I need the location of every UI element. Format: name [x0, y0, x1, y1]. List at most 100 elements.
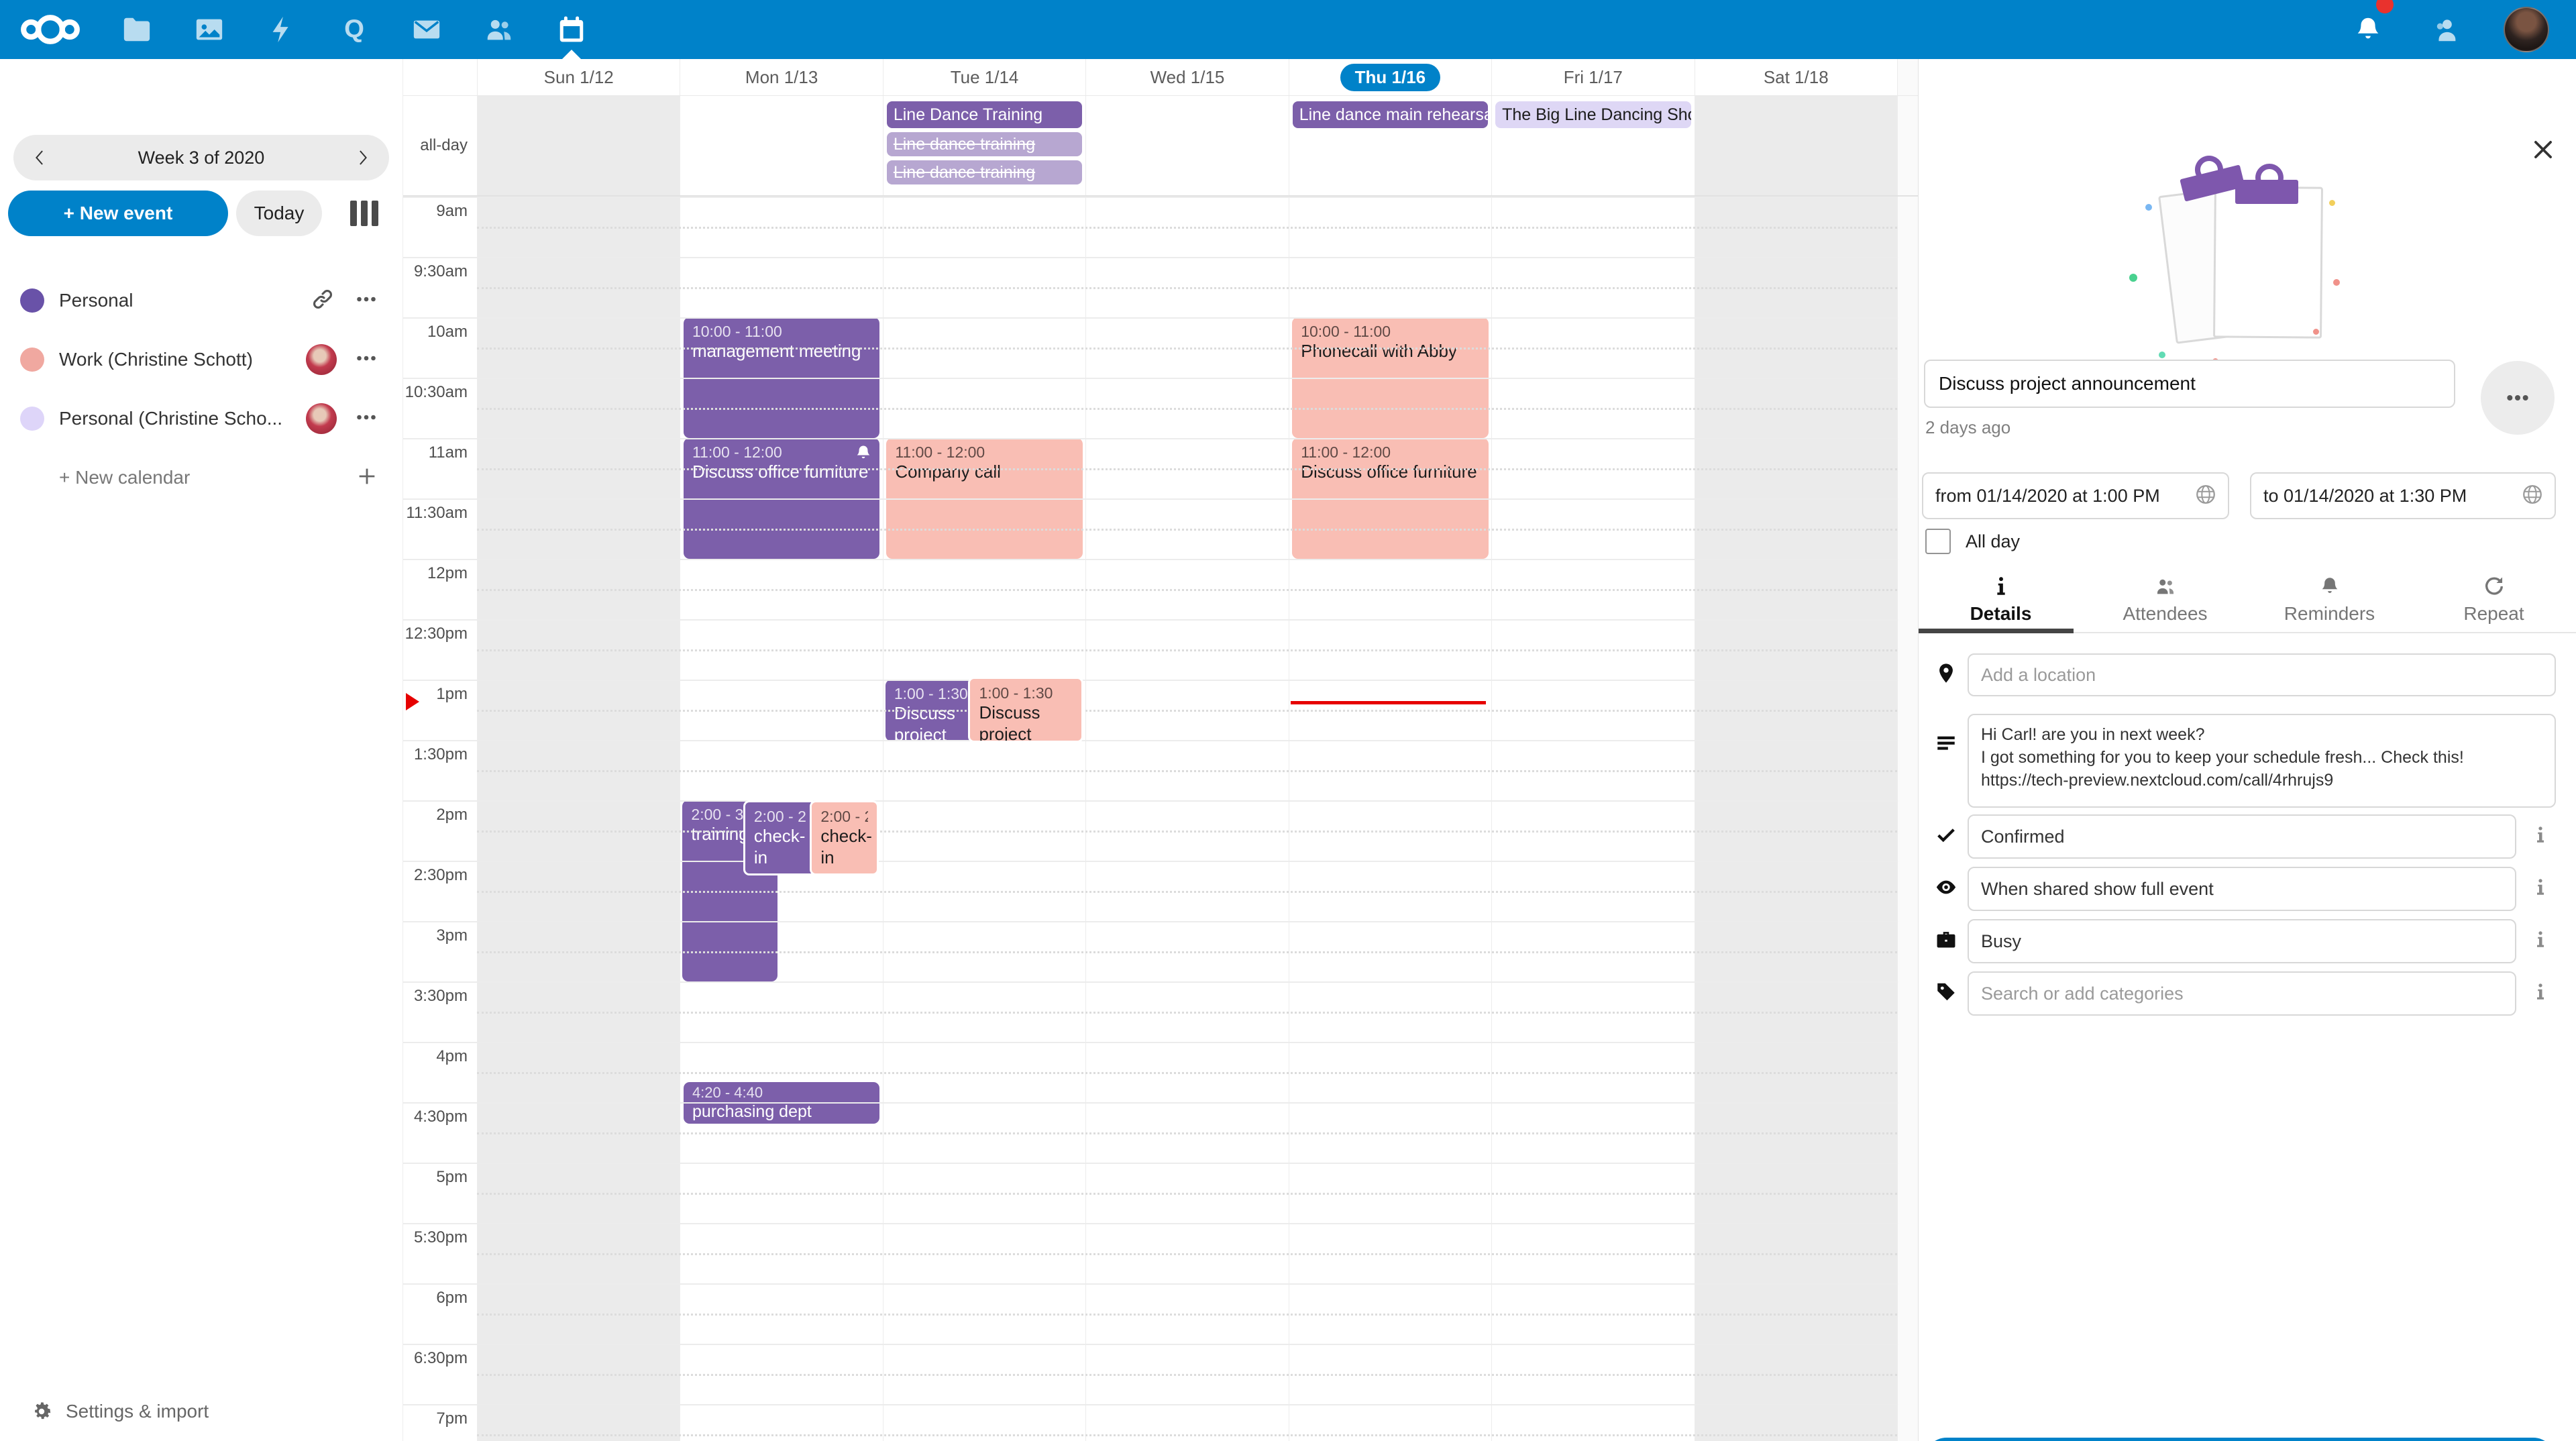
event-phonecall-with-abby[interactable]: 10:00 - 11:00Phonecall with Abby [1292, 317, 1488, 438]
event-management-meeting[interactable]: 10:00 - 11:00management meeting [684, 317, 879, 438]
calendar-item-work-christine[interactable]: Work (Christine Schott) [0, 330, 402, 389]
check-icon [1935, 824, 1957, 850]
visibility-select[interactable] [1968, 867, 2516, 911]
event-check-in[interactable]: 2:00 - 2:30check-in [743, 800, 818, 875]
day-header-fri[interactable]: Fri 1/17 [1491, 59, 1694, 95]
all-day-event[interactable]: Line Dance Training [887, 101, 1082, 128]
settings-import-button[interactable]: Settings & import [30, 1399, 209, 1424]
all-day-event[interactable]: Line dance main rehearsal [1293, 101, 1488, 128]
time-label: 6:30pm [403, 1344, 477, 1404]
info-icon[interactable] [2530, 825, 2551, 849]
all-day-cell[interactable]: Line Dance Training Line dance training Li… [883, 96, 1085, 195]
close-icon[interactable] [2530, 137, 2556, 166]
user-avatar[interactable] [2504, 7, 2549, 52]
next-week-button[interactable] [335, 135, 389, 180]
activity-icon[interactable] [246, 0, 318, 59]
timezone-globe-icon[interactable] [2194, 483, 2217, 509]
all-day-cell[interactable]: The Big Line Dancing Show [1491, 96, 1694, 195]
day-header-sat[interactable]: Sat 1/18 [1695, 59, 1897, 95]
today-button[interactable]: Today [236, 191, 322, 236]
contacts-icon[interactable] [463, 0, 535, 59]
scrollbar-track[interactable] [1897, 59, 1918, 95]
talk-icon[interactable]: Q [318, 0, 390, 59]
event-actions-icon[interactable] [2481, 361, 2555, 435]
all-day-cell[interactable] [1085, 96, 1288, 195]
calendar-menu-icon[interactable] [354, 287, 378, 315]
day-column-tue[interactable]: 11:00 - 12:00Company call 1:00 - 1:30Disc… [883, 197, 1085, 1441]
tab-attendees[interactable]: Attendees [2083, 568, 2247, 632]
new-calendar-button[interactable]: + New calendar [0, 448, 402, 507]
all-day-cell[interactable]: Line dance main rehearsal [1289, 96, 1491, 195]
all-day-cell[interactable] [680, 96, 882, 195]
bell-icon [2318, 575, 2341, 598]
all-day-event[interactable]: Line dance training [887, 132, 1082, 156]
reminder-bell-icon [854, 443, 873, 462]
day-header-sun[interactable]: Sun 1/12 [477, 59, 680, 95]
time-label: 9:30am [403, 257, 477, 317]
description-lines-icon [1935, 731, 1957, 757]
photos-icon[interactable] [173, 0, 246, 59]
calendar-menu-icon[interactable] [354, 346, 378, 374]
day-column-thu[interactable]: 10:00 - 11:00Phonecall with Abby11:00 - … [1289, 197, 1491, 1441]
event-purchasing-dept[interactable]: 4:20 - 4:40purchasing dept [684, 1082, 879, 1124]
calendar-menu-icon[interactable] [354, 405, 378, 433]
all-day-cell[interactable] [477, 96, 680, 195]
calendar-item-personal[interactable]: Personal [0, 271, 402, 330]
info-icon[interactable] [2530, 930, 2551, 953]
day-header-thu[interactable]: Thu 1/16 [1289, 59, 1491, 95]
checkbox-box[interactable] [1925, 529, 1951, 554]
tab-repeat[interactable]: Repeat [2412, 568, 2576, 632]
all-day-cell[interactable] [1695, 96, 1897, 195]
update-button[interactable]: Update [1924, 1438, 2556, 1441]
share-link-icon[interactable] [311, 288, 334, 314]
event-company-call[interactable]: 11:00 - 12:00Company call [886, 438, 1082, 559]
calendar-icon[interactable] [535, 0, 608, 59]
view-toggle-icon[interactable] [350, 201, 378, 226]
tab-details[interactable]: Details [1919, 568, 2083, 632]
notification-bell-icon[interactable] [2348, 0, 2388, 59]
end-datetime-field[interactable] [2250, 472, 2556, 519]
day-header-wed[interactable]: Wed 1/15 [1085, 59, 1288, 95]
files-icon[interactable] [101, 0, 173, 59]
event-discuss-office-furniture[interactable]: 11:00 - 12:00Discuss office furniture [684, 438, 879, 559]
previous-week-button[interactable] [13, 135, 67, 180]
start-datetime-input[interactable] [1934, 485, 2194, 507]
visibility-row [1919, 867, 2576, 911]
day-column-sat[interactable] [1695, 197, 1897, 1441]
day-column-wed[interactable] [1085, 197, 1288, 1441]
contacts-menu-icon[interactable] [2426, 0, 2466, 59]
day-header-mon[interactable]: Mon 1/13 [680, 59, 882, 95]
time-label: 5:30pm [403, 1223, 477, 1283]
all-day-checkbox[interactable]: All day [1925, 529, 2020, 554]
event-title-input[interactable] [1924, 360, 2455, 408]
location-input[interactable] [1968, 653, 2556, 696]
event-editor-panel: 2 days ago All day Details At [1918, 59, 2576, 1441]
nextcloud-calendar-app: Q Week 3 of 2020 + New event Today [0, 0, 2576, 1441]
all-day-event[interactable]: The Big Line Dancing Show [1495, 101, 1690, 128]
description-textarea[interactable]: Hi Carl! are you in next week? I got som… [1968, 714, 2556, 808]
mail-icon[interactable] [390, 0, 463, 59]
timezone-globe-icon[interactable] [2521, 483, 2544, 509]
tab-reminders[interactable]: Reminders [2247, 568, 2412, 632]
nextcloud-logo-icon[interactable] [0, 0, 101, 59]
categories-input[interactable] [1968, 971, 2516, 1016]
day-column-sun[interactable] [477, 197, 680, 1441]
calendar-name: Personal [59, 290, 311, 311]
all-day-checkbox-label: All day [1966, 531, 2020, 552]
event-discuss-project[interactable]: 1:00 - 1:30Discuss project [968, 677, 1083, 743]
status-select[interactable] [1968, 814, 2516, 859]
event-discuss-office-furniture[interactable]: 11:00 - 12:00Discuss office furniture [1292, 438, 1488, 559]
notification-badge [2376, 0, 2394, 13]
end-datetime-input[interactable] [2262, 485, 2521, 507]
new-event-button[interactable]: + New event [8, 191, 228, 236]
event-check-in[interactable]: 2:00 - 2:30check-in [810, 800, 878, 875]
day-column-fri[interactable] [1491, 197, 1694, 1441]
info-icon[interactable] [2530, 982, 2551, 1006]
calendar-item-personal-christine[interactable]: Personal (Christine Scho... [0, 389, 402, 448]
start-datetime-field[interactable] [1922, 472, 2229, 519]
day-column-mon[interactable]: 10:00 - 11:00management meeting11:00 - 1… [680, 197, 882, 1441]
all-day-event[interactable]: Line dance training [887, 160, 1082, 184]
freebusy-select[interactable] [1968, 919, 2516, 963]
info-icon[interactable] [2530, 877, 2551, 901]
day-header-tue[interactable]: Tue 1/14 [883, 59, 1085, 95]
